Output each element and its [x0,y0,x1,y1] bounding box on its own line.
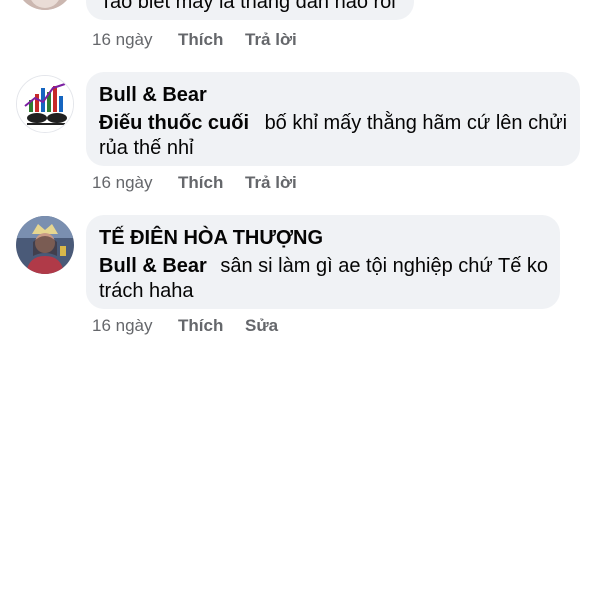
comment-bubble: Tao biết mày là thằng dần nào rồi [86,0,414,20]
comment-timestamp[interactable]: 16 ngày [92,316,153,336]
edit-button[interactable]: Sửa [245,316,278,336]
comment-thread: Tao biết mày là thằng dần nào rồi 16 ngà… [0,0,600,600]
comment-author[interactable]: Bull & Bear [99,84,207,107]
comment-timestamp[interactable]: 16 ngày [92,173,153,193]
user-mention[interactable]: Điếu thuốc cuối [99,112,249,134]
avatar-image [16,216,74,274]
commenter-avatar-bull-bear[interactable] [16,75,74,133]
comment-body: Điếu thuốc cuối bố khỉ mấy thằng hãm cứ … [99,111,574,161]
comment-text: Tao biết mày là thằng dần nào rồi [100,0,396,13]
comment-meta: 16 ngày Thích Trả lời [92,173,352,195]
bull-bear-logo-icon [17,76,73,132]
comment-body: Bull & Bear sân si làm gì ae tội nghiệp … [99,254,554,304]
comment-bubble: Bull & Bear Điếu thuốc cuối bố khỉ mấy t… [86,72,580,166]
reply-button[interactable]: Trả lời [245,30,297,50]
comment-meta: 16 ngày Thích Trả lời [92,30,352,52]
comment-meta: 16 ngày Thích Sửa [92,316,352,338]
like-button[interactable]: Thích [178,173,223,193]
commenter-avatar[interactable] [16,0,74,10]
like-button[interactable]: Thích [178,30,223,50]
user-mention[interactable]: Bull & Bear [99,255,207,277]
reply-button[interactable]: Trả lời [245,173,297,193]
commenter-avatar-te-dien-hoa-thuong[interactable] [16,216,74,274]
comment-author[interactable]: TẾ ĐIÊN HÒA THƯỢNG [99,227,323,250]
avatar-image [16,0,74,10]
comment-timestamp[interactable]: 16 ngày [92,30,153,50]
comment-bubble: TẾ ĐIÊN HÒA THƯỢNG Bull & Bear sân si là… [86,215,560,309]
like-button[interactable]: Thích [178,316,223,336]
